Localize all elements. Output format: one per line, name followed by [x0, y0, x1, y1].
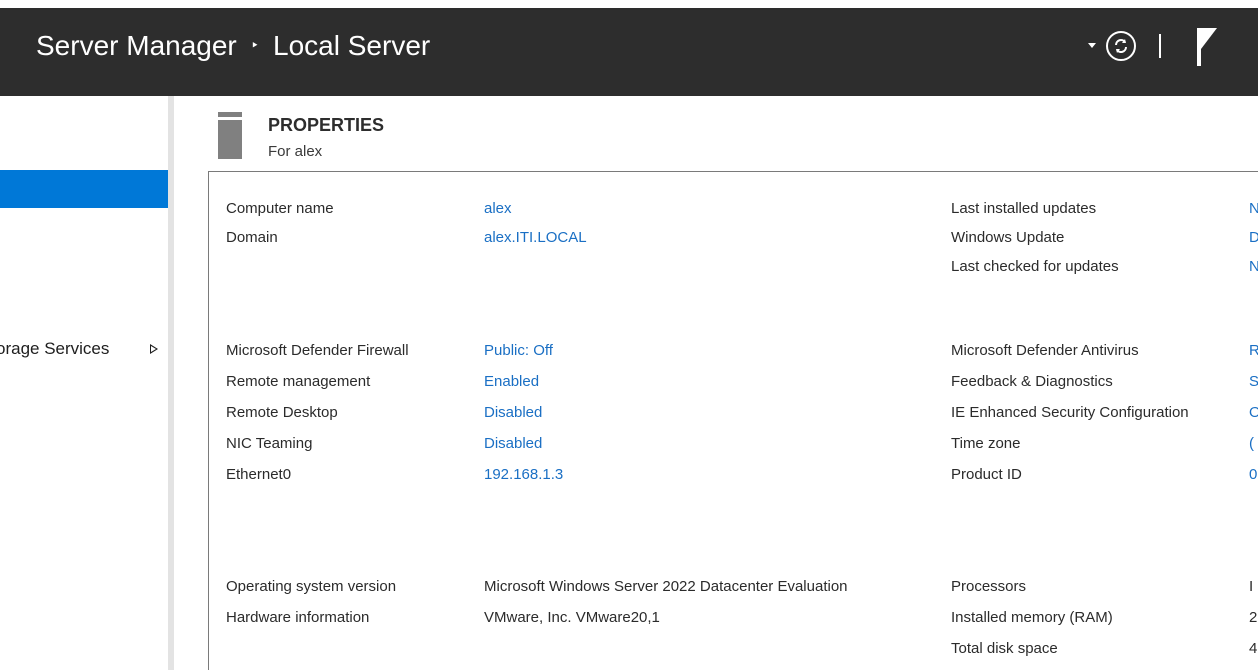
property-label: Windows Update	[951, 229, 1065, 246]
section-title: PROPERTIES	[268, 115, 385, 135]
expand-arrow-icon[interactable]	[150, 344, 158, 354]
property-value-link[interactable]: Disabled	[484, 404, 542, 421]
property-label: Domain	[226, 229, 278, 246]
property-label: Total disk space	[951, 640, 1058, 657]
sidebar-item-file-storage-services[interactable]: orage Services	[0, 330, 168, 368]
title-bar: Server Manager ‣ Local Server	[0, 8, 1258, 96]
property-value: VMware, Inc. VMware20,1	[484, 609, 660, 626]
property-value-link[interactable]: alex	[484, 200, 512, 217]
property-label: Last installed updates	[951, 200, 1097, 217]
property-value-link[interactable]: Enabled	[484, 373, 539, 390]
property-label: IE Enhanced Security Configuration	[951, 404, 1189, 421]
property-value-link[interactable]: Public: Off	[484, 342, 553, 359]
property-value-link[interactable]: O	[1249, 404, 1258, 421]
property-label: Computer name	[226, 200, 334, 217]
breadcrumb-app[interactable]: Server Manager	[36, 30, 237, 62]
property-value: Microsoft Windows Server 2022 Datacenter…	[484, 578, 848, 595]
property-label: Processors	[951, 578, 1027, 595]
property-value-link[interactable]: Disabled	[484, 435, 542, 452]
property-value-link[interactable]: 0	[1249, 466, 1258, 483]
breadcrumb-page: Local Server	[273, 30, 431, 61]
property-label: NIC Teaming	[226, 435, 313, 452]
property-value-link[interactable]: S	[1249, 373, 1258, 390]
property-label: Product ID	[951, 466, 1022, 483]
property-label: Operating system version	[226, 578, 397, 595]
property-value: 2	[1249, 609, 1258, 626]
property-label: Feedback & Diagnostics	[951, 373, 1113, 390]
sidebar-item-local-server[interactable]: r	[0, 170, 168, 208]
breadcrumb: Server Manager ‣ Local Server	[36, 30, 430, 62]
toolbar-divider	[1159, 34, 1161, 58]
property-label: Ethernet0	[226, 466, 292, 483]
server-icon	[218, 112, 242, 159]
property-label: Last checked for updates	[951, 258, 1119, 275]
sidebar: r orage Services	[0, 96, 168, 670]
history-dropdown-icon[interactable]	[1088, 43, 1096, 48]
property-label: Hardware information	[226, 609, 370, 626]
property-label: Microsoft Defender Firewall	[226, 342, 409, 359]
property-value: 4	[1249, 640, 1258, 657]
sidebar-splitter[interactable]	[168, 96, 174, 670]
property-value-link[interactable]: alex.ITI.LOCAL	[484, 229, 587, 246]
property-label: Time zone	[951, 435, 1021, 452]
property-label: Remote management	[226, 373, 371, 390]
section-subtitle: For alex	[268, 143, 323, 160]
breadcrumb-separator-icon: ‣	[250, 36, 260, 53]
sidebar-item-label: orage Services	[0, 339, 110, 358]
property-label: Microsoft Defender Antivirus	[951, 342, 1139, 359]
property-label: Installed memory (RAM)	[951, 609, 1113, 626]
property-value-link[interactable]: D	[1249, 229, 1258, 246]
property-value-link[interactable]: (	[1249, 435, 1258, 452]
property-value-link[interactable]: 192.168.1.3	[484, 466, 563, 483]
property-value-link[interactable]: N	[1249, 200, 1258, 217]
property-value-link[interactable]: N	[1249, 258, 1258, 275]
notifications-flag-icon[interactable]	[1196, 27, 1218, 72]
property-label: Remote Desktop	[226, 404, 338, 421]
property-value-link[interactable]: R	[1249, 342, 1258, 359]
property-value: I	[1249, 578, 1254, 595]
refresh-icon[interactable]	[1106, 31, 1136, 61]
